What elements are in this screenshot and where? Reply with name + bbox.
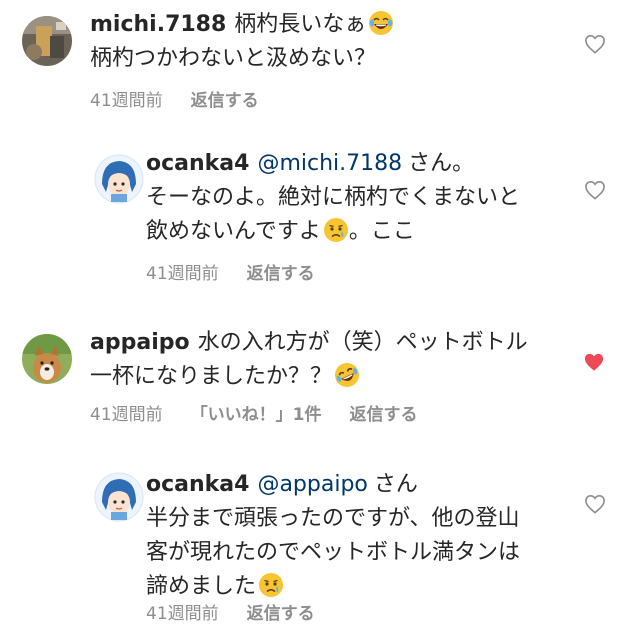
heart-outline-icon[interactable] [584, 494, 606, 514]
comment-text-line: 客が現れたのでペットボトル満タンは [146, 540, 521, 565]
username[interactable]: michi.7188 [90, 12, 226, 37]
comment-text: 柄杓長いなぁ [234, 12, 367, 37]
reply-button[interactable]: 返信する [191, 91, 259, 111]
comment-text-line: 一杯になりましたか？？ [90, 364, 333, 389]
comment-text-line: 。ここ [348, 219, 415, 244]
username[interactable]: appaipo [90, 330, 190, 355]
avatar[interactable] [22, 334, 72, 384]
reply-button[interactable]: 返信する [247, 604, 315, 624]
comment-text: さん。 [408, 151, 475, 176]
comment-time[interactable]: 41週間前 [146, 604, 219, 624]
mention-link[interactable]: @appaipo [257, 472, 367, 497]
username[interactable]: ocanka4 [146, 472, 249, 497]
comment-text: さん [373, 472, 418, 497]
likes-count-link[interactable]: 「いいね！」1件 [191, 405, 322, 425]
avatar[interactable] [22, 16, 72, 66]
heart-outline-icon[interactable] [584, 180, 606, 200]
crying-face-emoji-icon [259, 573, 284, 597]
mention-link[interactable]: @michi.7188 [257, 151, 402, 176]
avatar[interactable] [94, 472, 144, 522]
heart-filled-icon[interactable] [583, 352, 605, 372]
username[interactable]: ocanka4 [146, 151, 249, 176]
rolling-laughing-emoji-icon [335, 363, 360, 387]
comment-text-line: 柄杓つかわないと汲めない？ [90, 46, 377, 71]
comment-text-line: 飲めないんですよ [146, 219, 321, 244]
comment-time[interactable]: 41週間前 [90, 405, 163, 425]
comment-text-line: 諦めました [146, 574, 257, 599]
laughing-tears-emoji-icon [369, 11, 394, 35]
avatar[interactable] [94, 154, 144, 204]
comment-text-line: 半分まで頑張ったのですが、他の登山 [146, 506, 520, 531]
crying-face-emoji-icon [323, 218, 348, 242]
comment-text: 水の入れ方が（笑）ペットボトル [197, 330, 528, 355]
reply-button[interactable]: 返信する [349, 405, 417, 425]
heart-outline-icon[interactable] [584, 34, 606, 54]
comment-time[interactable]: 41週間前 [146, 264, 219, 284]
comment-text-line: そーなのよ。絶対に柄杓でくまないと [146, 185, 521, 210]
reply-button[interactable]: 返信する [247, 264, 315, 284]
comment-time[interactable]: 41週間前 [90, 91, 163, 111]
